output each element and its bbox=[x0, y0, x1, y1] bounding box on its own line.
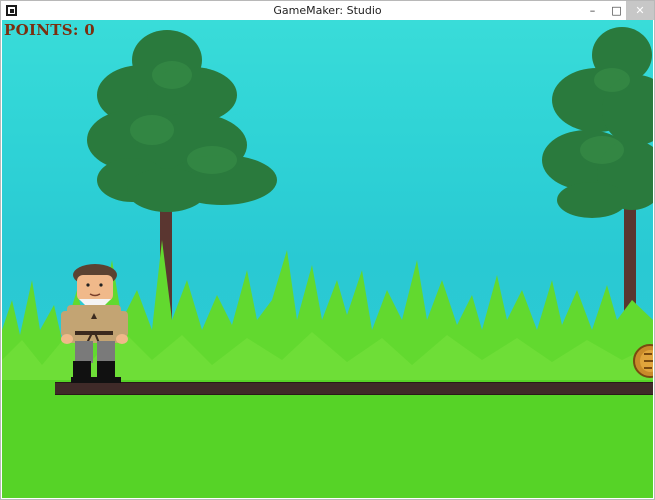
game-canvas[interactable]: POINTS: 0 bbox=[2, 20, 653, 498]
game-window: GameMaker: Studio – □ ✕ POINTS: 0 bbox=[0, 0, 655, 500]
player-character-sprite bbox=[61, 264, 128, 383]
coin-sprite bbox=[633, 344, 653, 378]
platform bbox=[55, 382, 653, 395]
points-counter: POINTS: 0 bbox=[4, 21, 95, 39]
window-title: GameMaker: Studio bbox=[273, 4, 382, 17]
title-bar[interactable]: GameMaker: Studio – □ ✕ bbox=[1, 1, 654, 20]
minimize-button[interactable]: – bbox=[580, 1, 605, 20]
ground bbox=[2, 380, 653, 498]
close-button[interactable]: ✕ bbox=[626, 1, 654, 20]
